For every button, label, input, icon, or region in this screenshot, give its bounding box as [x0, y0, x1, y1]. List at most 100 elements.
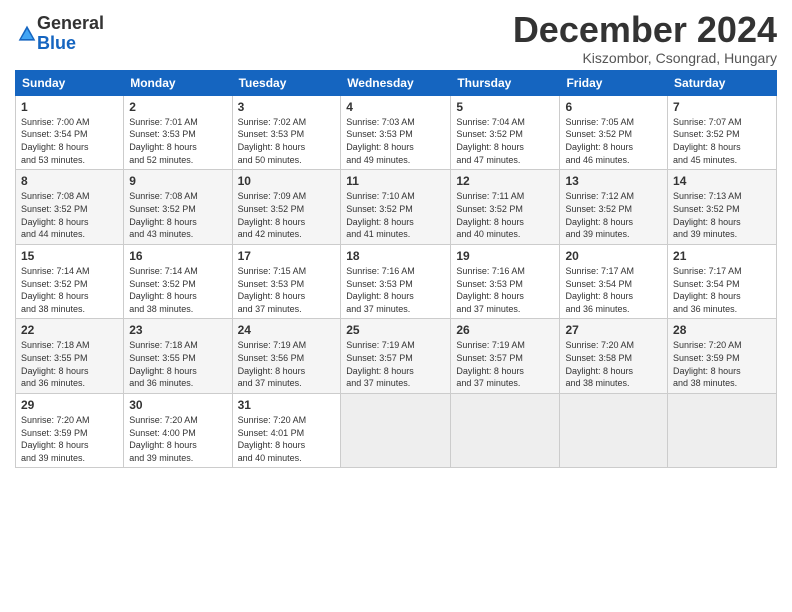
calendar-cell: 23Sunrise: 7:18 AMSunset: 3:55 PMDayligh…	[124, 319, 232, 394]
calendar-cell: 26Sunrise: 7:19 AMSunset: 3:57 PMDayligh…	[451, 319, 560, 394]
calendar-cell: 17Sunrise: 7:15 AMSunset: 3:53 PMDayligh…	[232, 244, 341, 319]
day-info: Sunrise: 7:20 AMSunset: 3:58 PMDaylight:…	[565, 339, 662, 389]
calendar-cell: 8Sunrise: 7:08 AMSunset: 3:52 PMDaylight…	[16, 170, 124, 245]
calendar-cell	[560, 393, 668, 468]
day-number: 11	[346, 173, 445, 189]
day-info: Sunrise: 7:09 AMSunset: 3:52 PMDaylight:…	[238, 190, 336, 240]
day-number: 22	[21, 322, 118, 338]
day-info: Sunrise: 7:15 AMSunset: 3:53 PMDaylight:…	[238, 265, 336, 315]
day-info: Sunrise: 7:18 AMSunset: 3:55 PMDaylight:…	[21, 339, 118, 389]
day-number: 1	[21, 99, 118, 115]
day-info: Sunrise: 7:04 AMSunset: 3:52 PMDaylight:…	[456, 116, 554, 166]
day-info: Sunrise: 7:20 AMSunset: 4:01 PMDaylight:…	[238, 414, 336, 464]
logo-blue: Blue	[37, 33, 76, 53]
calendar-cell: 22Sunrise: 7:18 AMSunset: 3:55 PMDayligh…	[16, 319, 124, 394]
weekday-header-row: Sunday Monday Tuesday Wednesday Thursday…	[16, 70, 777, 95]
header-thursday: Thursday	[451, 70, 560, 95]
day-number: 21	[673, 248, 771, 264]
day-number: 28	[673, 322, 771, 338]
day-info: Sunrise: 7:14 AMSunset: 3:52 PMDaylight:…	[21, 265, 118, 315]
day-info: Sunrise: 7:07 AMSunset: 3:52 PMDaylight:…	[673, 116, 771, 166]
day-number: 12	[456, 173, 554, 189]
calendar-cell: 2Sunrise: 7:01 AMSunset: 3:53 PMDaylight…	[124, 95, 232, 170]
calendar-cell: 16Sunrise: 7:14 AMSunset: 3:52 PMDayligh…	[124, 244, 232, 319]
day-info: Sunrise: 7:08 AMSunset: 3:52 PMDaylight:…	[129, 190, 226, 240]
logo: General Blue	[15, 14, 104, 54]
day-info: Sunrise: 7:01 AMSunset: 3:53 PMDaylight:…	[129, 116, 226, 166]
day-number: 4	[346, 99, 445, 115]
title-block: December 2024 Kiszombor, Csongrad, Hunga…	[513, 10, 777, 66]
day-info: Sunrise: 7:14 AMSunset: 3:52 PMDaylight:…	[129, 265, 226, 315]
day-number: 9	[129, 173, 226, 189]
calendar-cell: 28Sunrise: 7:20 AMSunset: 3:59 PMDayligh…	[668, 319, 777, 394]
day-info: Sunrise: 7:10 AMSunset: 3:52 PMDaylight:…	[346, 190, 445, 240]
calendar-cell: 20Sunrise: 7:17 AMSunset: 3:54 PMDayligh…	[560, 244, 668, 319]
day-info: Sunrise: 7:05 AMSunset: 3:52 PMDaylight:…	[565, 116, 662, 166]
day-number: 7	[673, 99, 771, 115]
location: Kiszombor, Csongrad, Hungary	[513, 50, 777, 66]
calendar-cell: 6Sunrise: 7:05 AMSunset: 3:52 PMDaylight…	[560, 95, 668, 170]
day-number: 30	[129, 397, 226, 413]
day-number: 15	[21, 248, 118, 264]
calendar-cell: 3Sunrise: 7:02 AMSunset: 3:53 PMDaylight…	[232, 95, 341, 170]
day-number: 23	[129, 322, 226, 338]
header: General Blue December 2024 Kiszombor, Cs…	[15, 10, 777, 66]
calendar-cell: 11Sunrise: 7:10 AMSunset: 3:52 PMDayligh…	[341, 170, 451, 245]
day-info: Sunrise: 7:13 AMSunset: 3:52 PMDaylight:…	[673, 190, 771, 240]
week-row-2: 8Sunrise: 7:08 AMSunset: 3:52 PMDaylight…	[16, 170, 777, 245]
day-info: Sunrise: 7:20 AMSunset: 3:59 PMDaylight:…	[21, 414, 118, 464]
day-info: Sunrise: 7:17 AMSunset: 3:54 PMDaylight:…	[673, 265, 771, 315]
calendar-cell: 29Sunrise: 7:20 AMSunset: 3:59 PMDayligh…	[16, 393, 124, 468]
day-number: 17	[238, 248, 336, 264]
calendar-cell: 19Sunrise: 7:16 AMSunset: 3:53 PMDayligh…	[451, 244, 560, 319]
main-container: General Blue December 2024 Kiszombor, Cs…	[0, 0, 792, 473]
day-info: Sunrise: 7:20 AMSunset: 3:59 PMDaylight:…	[673, 339, 771, 389]
day-number: 6	[565, 99, 662, 115]
calendar-cell: 9Sunrise: 7:08 AMSunset: 3:52 PMDaylight…	[124, 170, 232, 245]
header-friday: Friday	[560, 70, 668, 95]
logo-general: General	[37, 13, 104, 33]
header-sunday: Sunday	[16, 70, 124, 95]
day-number: 19	[456, 248, 554, 264]
day-number: 13	[565, 173, 662, 189]
calendar-table: Sunday Monday Tuesday Wednesday Thursday…	[15, 70, 777, 469]
logo-text: General Blue	[37, 14, 104, 54]
calendar-cell	[341, 393, 451, 468]
week-row-5: 29Sunrise: 7:20 AMSunset: 3:59 PMDayligh…	[16, 393, 777, 468]
day-number: 24	[238, 322, 336, 338]
day-number: 3	[238, 99, 336, 115]
day-info: Sunrise: 7:20 AMSunset: 4:00 PMDaylight:…	[129, 414, 226, 464]
general-blue-icon	[17, 24, 37, 44]
header-monday: Monday	[124, 70, 232, 95]
day-number: 5	[456, 99, 554, 115]
day-info: Sunrise: 7:12 AMSunset: 3:52 PMDaylight:…	[565, 190, 662, 240]
calendar-cell	[668, 393, 777, 468]
day-number: 26	[456, 322, 554, 338]
day-number: 16	[129, 248, 226, 264]
calendar-cell	[451, 393, 560, 468]
day-number: 18	[346, 248, 445, 264]
calendar-cell: 15Sunrise: 7:14 AMSunset: 3:52 PMDayligh…	[16, 244, 124, 319]
day-number: 2	[129, 99, 226, 115]
calendar-cell: 13Sunrise: 7:12 AMSunset: 3:52 PMDayligh…	[560, 170, 668, 245]
week-row-4: 22Sunrise: 7:18 AMSunset: 3:55 PMDayligh…	[16, 319, 777, 394]
calendar-cell: 5Sunrise: 7:04 AMSunset: 3:52 PMDaylight…	[451, 95, 560, 170]
calendar-cell: 27Sunrise: 7:20 AMSunset: 3:58 PMDayligh…	[560, 319, 668, 394]
calendar-cell: 31Sunrise: 7:20 AMSunset: 4:01 PMDayligh…	[232, 393, 341, 468]
header-tuesday: Tuesday	[232, 70, 341, 95]
calendar-cell: 10Sunrise: 7:09 AMSunset: 3:52 PMDayligh…	[232, 170, 341, 245]
day-number: 10	[238, 173, 336, 189]
day-info: Sunrise: 7:00 AMSunset: 3:54 PMDaylight:…	[21, 116, 118, 166]
day-info: Sunrise: 7:17 AMSunset: 3:54 PMDaylight:…	[565, 265, 662, 315]
day-info: Sunrise: 7:18 AMSunset: 3:55 PMDaylight:…	[129, 339, 226, 389]
month-title: December 2024	[513, 10, 777, 50]
calendar-cell: 21Sunrise: 7:17 AMSunset: 3:54 PMDayligh…	[668, 244, 777, 319]
day-info: Sunrise: 7:16 AMSunset: 3:53 PMDaylight:…	[456, 265, 554, 315]
day-info: Sunrise: 7:11 AMSunset: 3:52 PMDaylight:…	[456, 190, 554, 240]
day-info: Sunrise: 7:02 AMSunset: 3:53 PMDaylight:…	[238, 116, 336, 166]
day-number: 29	[21, 397, 118, 413]
week-row-1: 1Sunrise: 7:00 AMSunset: 3:54 PMDaylight…	[16, 95, 777, 170]
day-info: Sunrise: 7:03 AMSunset: 3:53 PMDaylight:…	[346, 116, 445, 166]
calendar-cell: 7Sunrise: 7:07 AMSunset: 3:52 PMDaylight…	[668, 95, 777, 170]
day-info: Sunrise: 7:08 AMSunset: 3:52 PMDaylight:…	[21, 190, 118, 240]
